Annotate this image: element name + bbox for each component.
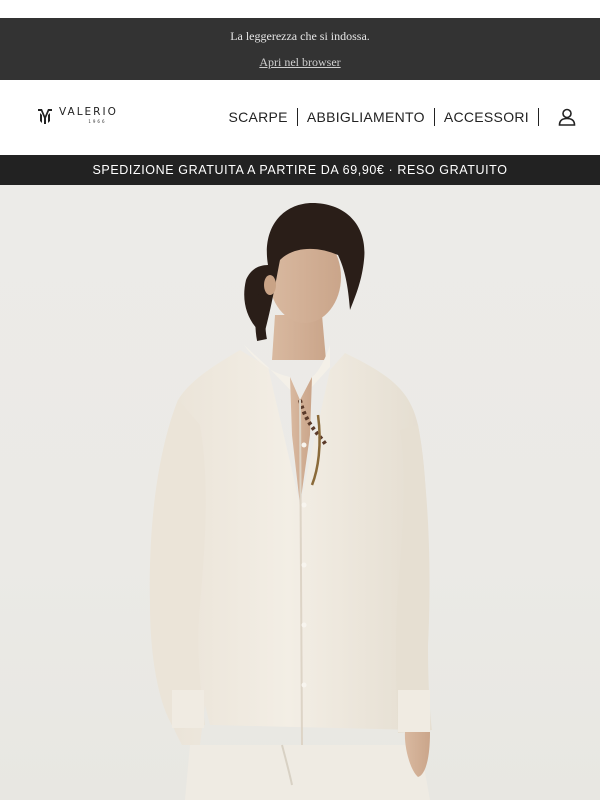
open-in-browser: Apri nel browser bbox=[0, 55, 600, 70]
brand-wordmark: VALERIO 1966 bbox=[59, 105, 118, 124]
nav-item-abbigliamento[interactable]: ABBIGLIAMENTO bbox=[298, 108, 434, 126]
model-illustration bbox=[149, 202, 432, 800]
hero-image[interactable] bbox=[0, 185, 600, 800]
preheader-tagline: La leggerezza che si indossa. bbox=[230, 29, 370, 43]
brand-monogram-icon bbox=[38, 109, 52, 124]
brand-name: VALERIO bbox=[59, 105, 118, 118]
shipping-banner[interactable]: SPEDIZIONE GRATUITA A PARTIRE DA 69,90€ … bbox=[0, 155, 600, 185]
brand-year: 1966 bbox=[88, 118, 107, 124]
user-icon[interactable] bbox=[558, 108, 576, 131]
nav-item-scarpe[interactable]: SCARPE bbox=[219, 108, 296, 126]
open-in-browser-link[interactable]: Apri nel browser bbox=[259, 55, 340, 69]
main-nav: SCARPE ABBIGLIAMENTO ACCESSORI bbox=[219, 108, 539, 126]
top-spacer bbox=[0, 0, 600, 18]
header: VALERIO 1966 SCARPE ABBIGLIAMENTO ACCESS… bbox=[0, 80, 600, 155]
brand-logo[interactable]: VALERIO 1966 bbox=[37, 105, 118, 125]
nav-item-accessori[interactable]: ACCESSORI bbox=[435, 108, 538, 126]
preheader: La leggerezza che si indossa. Apri nel b… bbox=[0, 18, 600, 80]
nav-divider bbox=[538, 108, 539, 126]
